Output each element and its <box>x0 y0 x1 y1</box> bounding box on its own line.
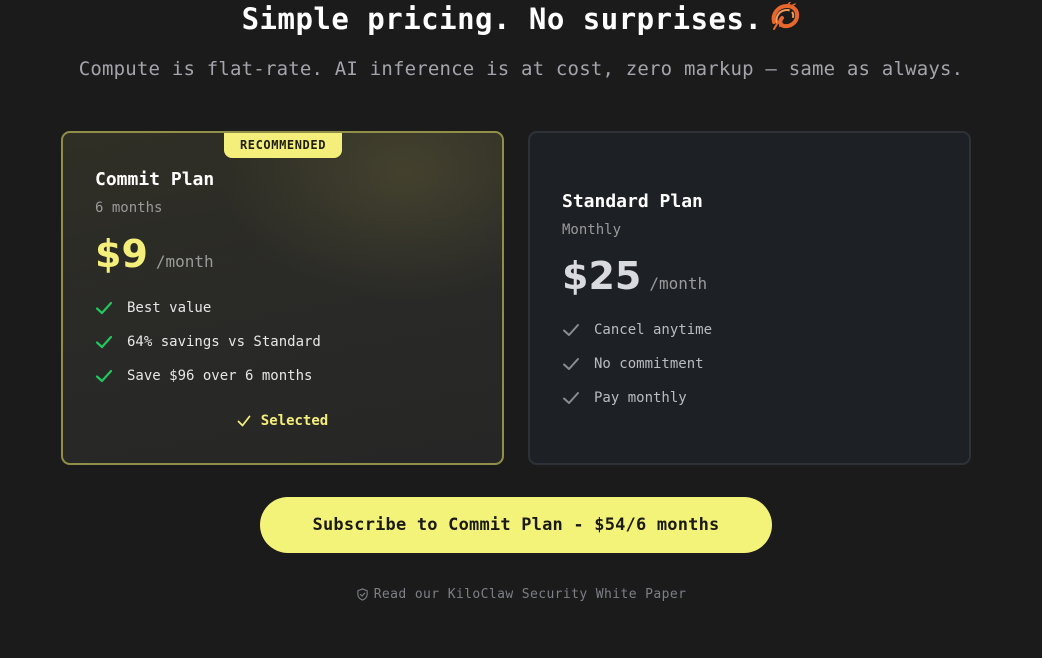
feature-item: Pay monthly <box>562 381 712 415</box>
check-icon <box>95 335 113 349</box>
feature-item: Save $96 over 6 months <box>95 359 321 393</box>
price-row: $9 /month <box>95 235 214 273</box>
security-white-paper-link[interactable]: Read our KiloClaw Security White Paper <box>0 587 1042 602</box>
plan-price: $25 <box>562 254 642 298</box>
feature-text: Best value <box>127 300 212 316</box>
pricing-page: Simple pricing. No surprises. Compute is… <box>0 0 1042 658</box>
price-period: /month <box>649 274 708 293</box>
feature-text: Pay monthly <box>594 390 687 406</box>
feature-item: 64% savings vs Standard <box>95 325 321 359</box>
feature-text: 64% savings vs Standard <box>127 334 321 350</box>
page-subtitle: Compute is flat-rate. AI inference is at… <box>78 58 964 80</box>
check-icon <box>563 324 579 336</box>
shrimp-icon <box>768 1 800 39</box>
plan-term: Monthly <box>562 222 622 238</box>
feature-text: Cancel anytime <box>594 322 713 338</box>
shield-check-icon <box>356 588 368 601</box>
check-icon <box>95 369 113 383</box>
check-icon <box>95 301 113 315</box>
feature-list: Best value 64% savings vs Standard Save … <box>95 291 321 393</box>
feature-text: No commitment <box>594 356 704 372</box>
plan-name: Standard Plan <box>562 191 703 212</box>
plan-name: Commit Plan <box>95 169 215 190</box>
page-title-text: Simple pricing. No surprises. <box>241 2 763 36</box>
check-icon <box>563 392 579 404</box>
feature-item: Cancel anytime <box>562 313 712 347</box>
commit-plan-card[interactable]: RECOMMENDED Commit Plan 6 months $9 /mon… <box>61 131 504 465</box>
check-icon <box>237 415 251 427</box>
page-title: Simple pricing. No surprises. <box>0 1 1042 39</box>
feature-item: Best value <box>95 291 321 325</box>
feature-list: Cancel anytime No commitment Pay monthly <box>562 313 712 415</box>
price-period: /month <box>155 252 214 271</box>
security-link-text[interactable]: Read our KiloClaw Security White Paper <box>374 587 687 602</box>
plan-term: 6 months <box>95 200 163 216</box>
recommended-badge: RECOMMENDED <box>224 133 342 158</box>
feature-text: Save $96 over 6 months <box>127 368 313 384</box>
selected-label: Selected <box>260 413 329 429</box>
price-row: $25 /month <box>562 257 707 295</box>
standard-plan-card[interactable]: Standard Plan Monthly $25 /month Cancel … <box>528 131 971 465</box>
plan-price: $9 <box>95 232 148 276</box>
feature-item: No commitment <box>562 347 712 381</box>
check-icon <box>563 358 579 370</box>
selected-indicator: Selected <box>63 413 502 429</box>
subscribe-button[interactable]: Subscribe to Commit Plan - $54/6 months <box>260 497 772 553</box>
